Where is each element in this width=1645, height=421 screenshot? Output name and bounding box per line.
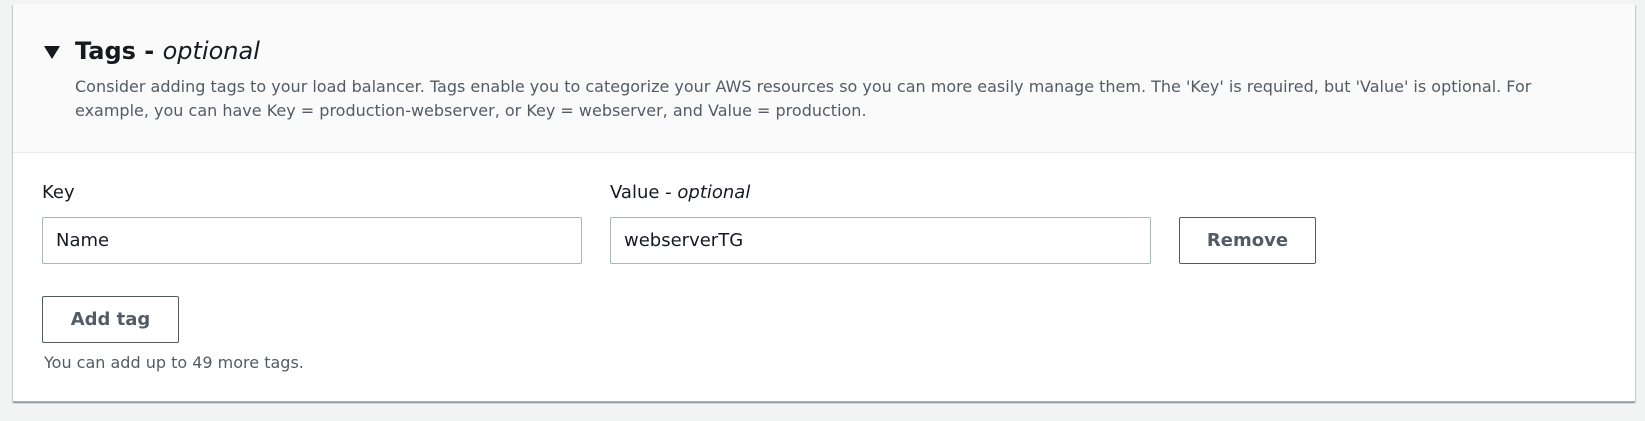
section-title-optional: optional (162, 37, 260, 65)
tags-remaining-hint: You can add up to 49 more tags. (44, 353, 304, 372)
section-title-text: Tags - (75, 37, 163, 65)
value-input[interactable] (610, 217, 1151, 264)
add-tag-button[interactable]: Add tag (42, 296, 179, 343)
section-title[interactable]: Tags - optional (75, 36, 260, 66)
caret-down-icon[interactable] (44, 46, 60, 59)
key-label: Key (42, 182, 75, 203)
value-label-text: Value - (610, 182, 678, 203)
value-label-optional: optional (677, 182, 751, 203)
key-input[interactable] (42, 217, 582, 264)
remove-tag-button[interactable]: Remove (1179, 217, 1316, 264)
section-description: Consider adding tags to your load balanc… (75, 77, 1532, 120)
tags-panel: Tags - optional Consider adding tags to … (13, 4, 1635, 402)
value-label: Value - optional (610, 181, 750, 205)
tags-panel-header: Tags - optional Consider adding tags to … (13, 4, 1635, 153)
